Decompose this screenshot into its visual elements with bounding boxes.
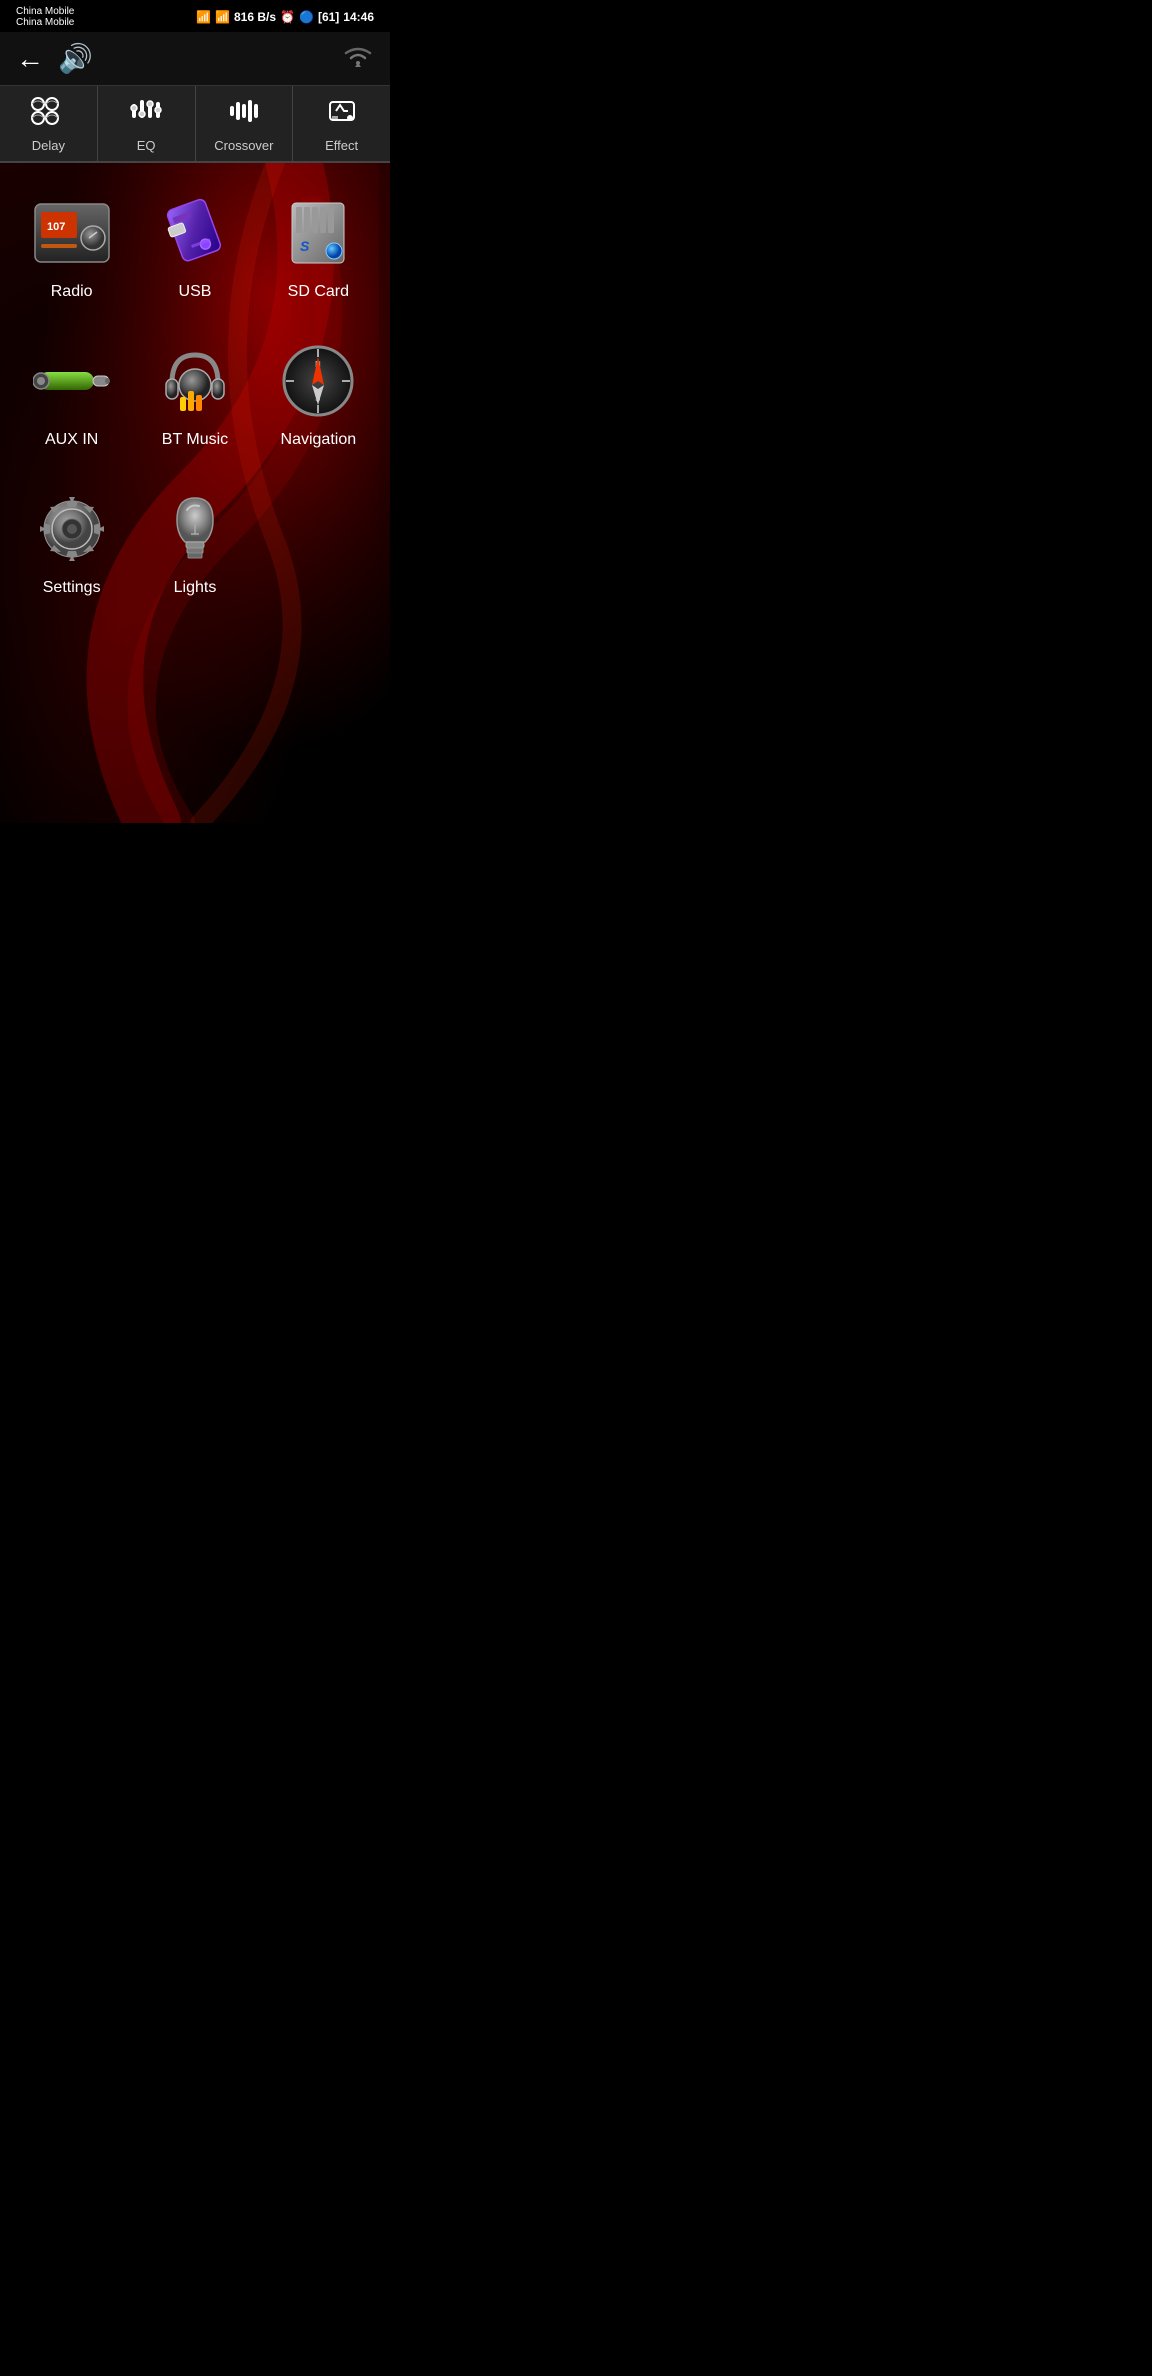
signal-icon: 📶: [196, 10, 211, 24]
wifi-status-icon: 📶: [215, 10, 230, 24]
auxin-icon: [33, 354, 111, 409]
back-button[interactable]: ←: [16, 45, 44, 73]
auxin-label: AUX IN: [45, 431, 98, 449]
btmusic-icon-wrap: [155, 341, 235, 421]
radio-icon: 107: [33, 202, 111, 264]
settings-icon-wrap: [32, 489, 112, 569]
tab-bar: Delay EQ Crosso: [0, 86, 390, 163]
crossover-icon: [226, 96, 262, 132]
app-grid: 107 Radio: [10, 193, 380, 449]
usb-icon-wrap: [155, 193, 235, 273]
tab-delay-label: Delay: [32, 138, 65, 153]
radio-icon-wrap: 107: [32, 193, 112, 273]
app-btmusic[interactable]: BT Music: [133, 341, 256, 449]
usb-label: USB: [179, 283, 212, 301]
lights-icon: [169, 494, 221, 564]
status-bar: China Mobile China Mobile 📶 📶 816 B/s ⏰ …: [0, 0, 390, 32]
lights-label: Lights: [174, 579, 217, 597]
header: ← 🔊: [0, 32, 390, 86]
tab-delay[interactable]: Delay: [0, 86, 98, 161]
auxin-icon-wrap: [32, 341, 112, 421]
app-grid-last-row: Settings: [10, 489, 380, 597]
main-area: 107 Radio: [0, 163, 390, 823]
alarm-icon: ⏰: [280, 10, 295, 24]
settings-icon: [38, 495, 106, 563]
app-navigation[interactable]: N S Navigation: [257, 341, 380, 449]
wifi-icon: [342, 43, 374, 75]
eq-icon: [128, 96, 164, 132]
app-auxin[interactable]: AUX IN: [10, 341, 133, 449]
app-usb[interactable]: USB: [133, 193, 256, 301]
carrier2-label: China Mobile: [16, 17, 74, 28]
app-grid-container: 107 Radio: [0, 163, 390, 637]
carrier1-label: China Mobile: [16, 6, 74, 17]
app-lights[interactable]: Lights: [133, 489, 256, 597]
clock: 14:46: [343, 10, 374, 24]
carrier-info: China Mobile China Mobile: [16, 6, 74, 28]
tab-effect-label: Effect: [325, 138, 358, 153]
battery-icon: [61]: [318, 10, 339, 24]
tab-eq-label: EQ: [137, 138, 156, 153]
btmusic-label: BT Music: [162, 431, 228, 449]
battery-level: 61: [322, 10, 335, 24]
btmusic-icon: [158, 345, 232, 417]
tab-effect[interactable]: Effect: [293, 86, 390, 161]
usb-icon: [159, 197, 231, 269]
navigation-icon: N S: [282, 345, 354, 417]
navigation-label: Navigation: [281, 431, 357, 449]
navigation-icon-wrap: N S: [278, 341, 358, 421]
app-radio[interactable]: 107 Radio: [10, 193, 133, 301]
delay-icon: [30, 96, 66, 132]
network-speed: 816 B/s: [234, 10, 276, 24]
bluetooth-icon: 🔵: [299, 10, 314, 24]
lights-icon-wrap: [155, 489, 235, 569]
app-sdcard[interactable]: S SD Card: [257, 193, 380, 301]
svg-text:S: S: [300, 238, 310, 254]
tab-crossover[interactable]: Crossover: [196, 86, 294, 161]
effect-icon: [324, 96, 360, 132]
sdcard-icon: S: [282, 199, 354, 267]
svg-text:107: 107: [47, 221, 65, 233]
radio-label: Radio: [51, 283, 93, 301]
app-settings[interactable]: Settings: [10, 489, 133, 597]
tab-eq[interactable]: EQ: [98, 86, 196, 161]
sdcard-label: SD Card: [288, 283, 349, 301]
header-controls: ← 🔊: [16, 42, 93, 75]
status-right: 📶 📶 816 B/s ⏰ 🔵 [61] 14:46: [196, 10, 374, 24]
sdcard-icon-wrap: S: [278, 193, 358, 273]
tab-crossover-label: Crossover: [214, 138, 273, 153]
volume-icon[interactable]: 🔊: [58, 42, 93, 75]
settings-label: Settings: [43, 579, 101, 597]
